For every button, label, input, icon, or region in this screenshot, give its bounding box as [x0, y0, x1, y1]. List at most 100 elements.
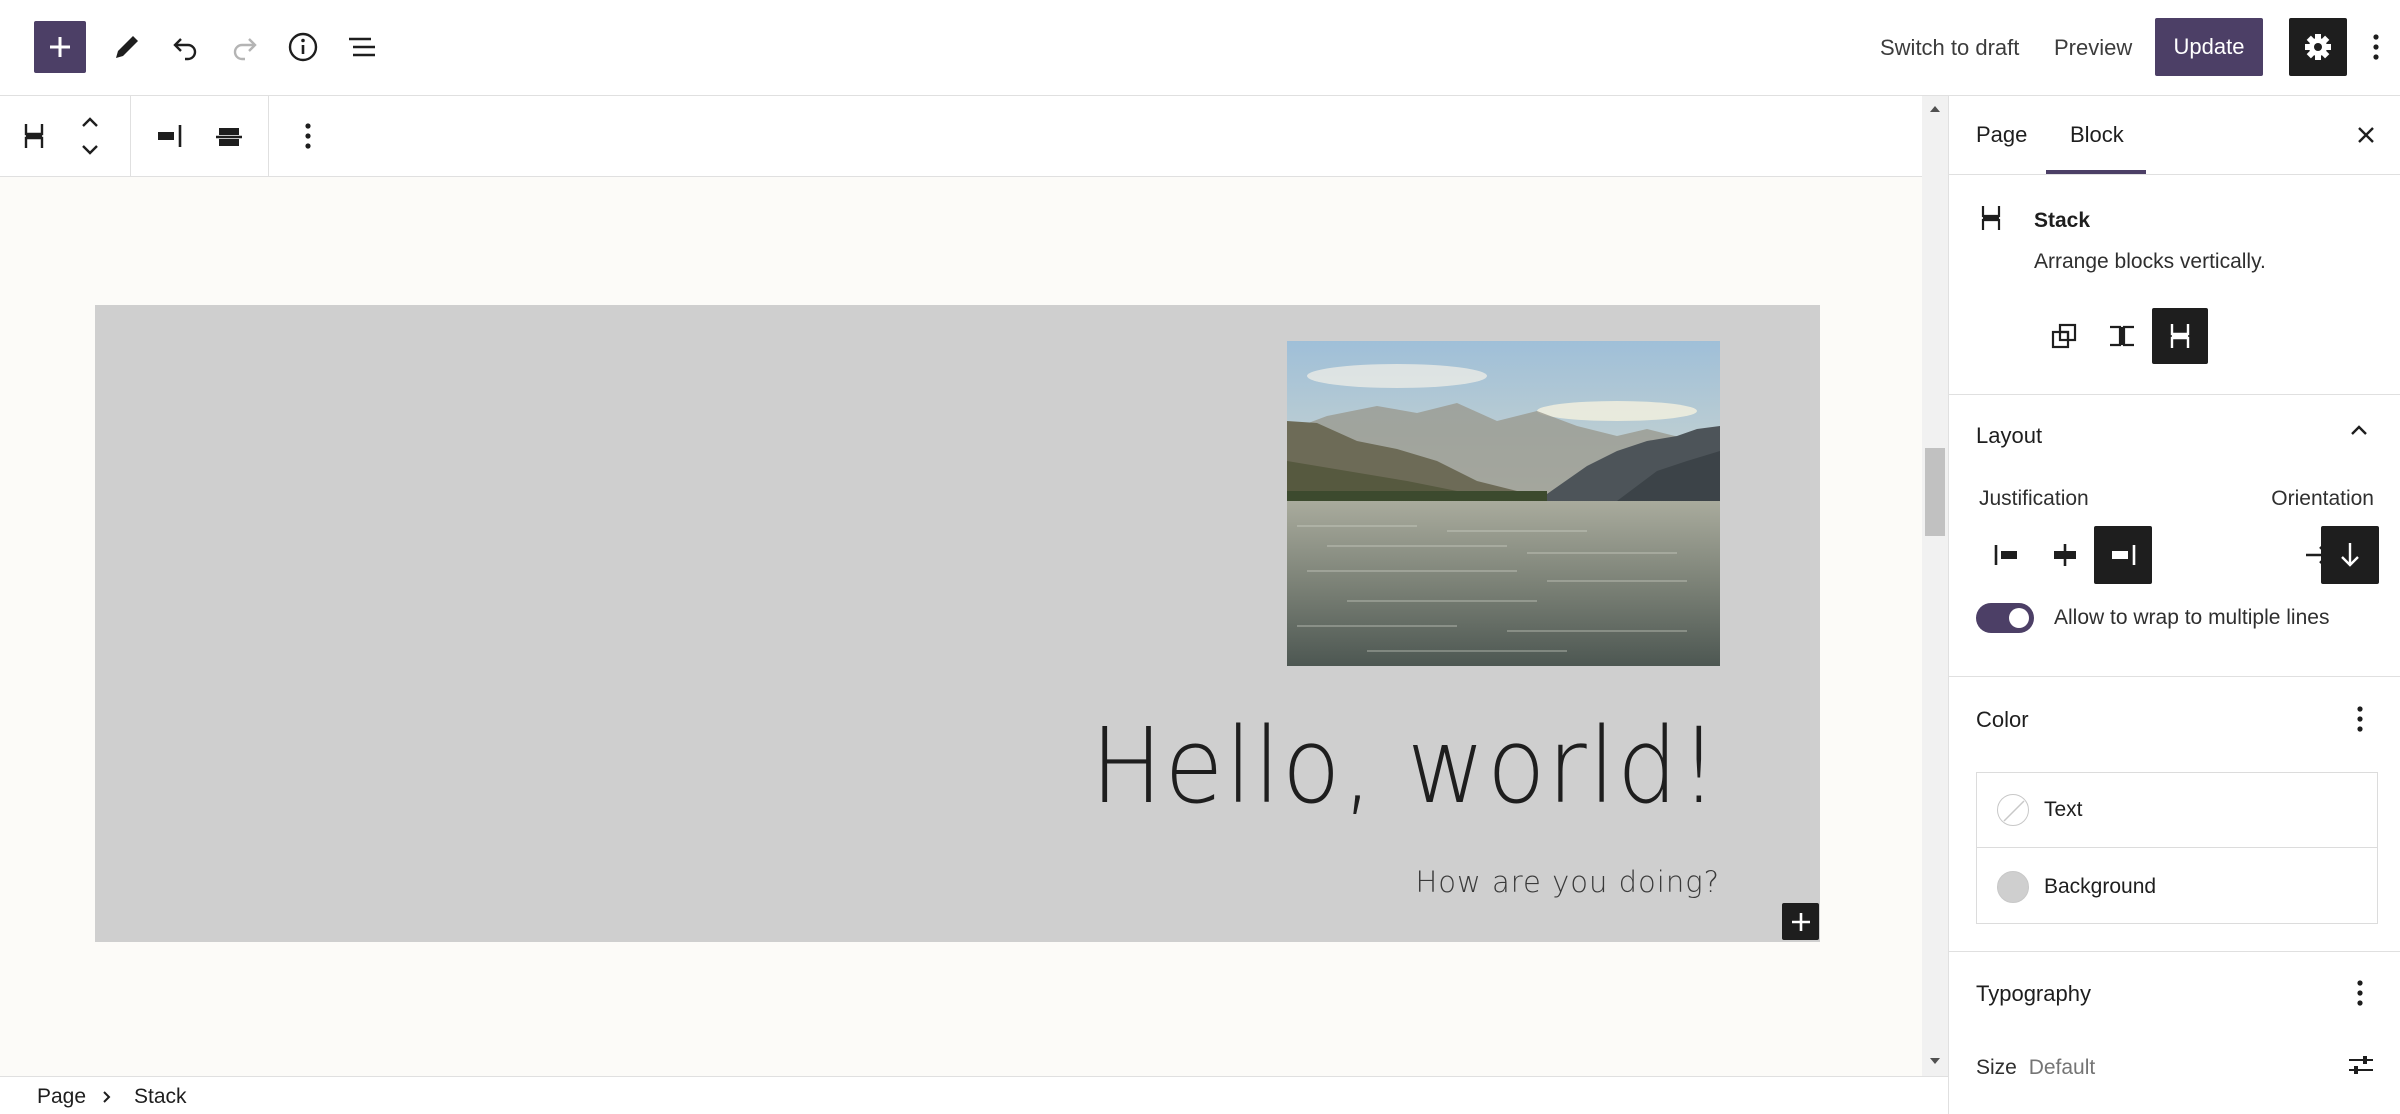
panel-divider — [1949, 676, 2400, 677]
block-description: Arrange blocks vertically. — [2034, 250, 2266, 273]
more-vertical-icon — [2373, 34, 2379, 60]
more-vertical-icon[interactable] — [2356, 704, 2364, 734]
row-icon — [2110, 325, 2134, 347]
block-options-button[interactable] — [282, 110, 334, 162]
text-color-label: Text — [2044, 798, 2083, 821]
color-settings-list: Text Background — [1976, 772, 2378, 924]
preview-button[interactable]: Preview — [2054, 21, 2132, 75]
close-sidebar-button[interactable] — [2347, 116, 2385, 154]
chevron-down-icon — [82, 145, 98, 155]
list-view-button[interactable] — [336, 21, 388, 73]
stack-icon — [2170, 324, 2190, 348]
chevron-up-icon[interactable] — [2349, 423, 2369, 437]
justify-button[interactable] — [144, 110, 196, 162]
custom-size-settings-icon[interactable] — [2346, 1050, 2376, 1080]
justify-right-icon — [2112, 545, 2136, 565]
move-controls — [70, 110, 112, 162]
more-vertical-icon[interactable] — [2356, 978, 2364, 1008]
chevron-right-icon — [103, 1091, 111, 1103]
plus-icon — [50, 37, 70, 57]
block-breadcrumb: Page Stack — [0, 1076, 1948, 1114]
orientation-label: Orientation — [2271, 487, 2374, 510]
panel-divider — [1949, 951, 2400, 952]
block-type-button[interactable] — [8, 110, 60, 162]
arrow-down-icon — [2341, 543, 2359, 567]
background-color-item[interactable]: Background — [1977, 849, 2377, 924]
tabs-divider — [1949, 174, 2400, 175]
font-size-control: Size Default — [1976, 1056, 2095, 1080]
close-icon — [2358, 127, 2374, 143]
add-block-button[interactable] — [34, 21, 86, 73]
hero-subheading[interactable]: How are you doing? — [1416, 865, 1721, 899]
layout-panel-title[interactable]: Layout — [1976, 423, 2042, 449]
info-icon — [288, 32, 318, 62]
justify-right-button[interactable] — [2094, 526, 2152, 584]
scrollbar-thumb[interactable] — [1925, 448, 1945, 536]
block-toolbar — [0, 96, 1922, 177]
block-title: Stack — [2034, 209, 2091, 232]
orientation-vertical-button[interactable] — [2321, 526, 2379, 584]
settings-sidebar: Page Block Stack Arrange blocks vertical… — [1948, 96, 2400, 1114]
chevron-up-icon — [82, 117, 98, 127]
lake-mountains-photo — [1287, 341, 1720, 666]
breadcrumb-stack[interactable]: Stack — [134, 1085, 187, 1109]
toolbar-divider — [130, 96, 131, 176]
plus-icon — [1791, 912, 1810, 931]
stack-icon — [24, 124, 44, 148]
empty-color-swatch — [1997, 794, 2029, 826]
editor-top-bar: Switch to draft Preview Update — [0, 0, 2400, 96]
group-icon — [2051, 323, 2077, 349]
scroll-up-arrow-icon[interactable] — [1929, 104, 1941, 114]
inline-add-block-button[interactable] — [1782, 903, 1819, 940]
tab-page[interactable]: Page — [1976, 96, 2027, 174]
gear-icon — [2305, 34, 2331, 60]
breadcrumb-page[interactable]: Page — [37, 1085, 86, 1109]
panel-divider — [1949, 394, 2400, 395]
wrap-toggle[interactable] — [1976, 603, 2034, 633]
variation-stack-button[interactable] — [2152, 308, 2208, 364]
more-vertical-icon — [305, 123, 311, 149]
scroll-down-arrow-icon[interactable] — [1929, 1056, 1941, 1066]
details-button[interactable] — [277, 21, 329, 73]
move-up-button[interactable] — [78, 112, 102, 132]
typography-panel-title[interactable]: Typography — [1976, 981, 2091, 1007]
justify-left-icon — [1994, 545, 2017, 565]
move-down-button[interactable] — [78, 140, 102, 160]
justify-center-button[interactable] — [2036, 526, 2094, 584]
stack-block[interactable]: Hello, world! How are you doing? — [95, 305, 1820, 942]
text-color-item[interactable]: Text — [1977, 773, 2377, 848]
font-size-label: Size — [1976, 1056, 2017, 1079]
redo-button[interactable] — [218, 21, 270, 73]
update-button[interactable]: Update — [2155, 18, 2263, 76]
justify-center-icon — [2054, 544, 2076, 566]
options-menu-button[interactable] — [2358, 21, 2394, 73]
align-center-icon — [216, 128, 242, 146]
hero-heading[interactable]: Hello, world! — [1091, 705, 1720, 827]
editor-canvas: Hello, world! How are you doing? — [0, 177, 1922, 1076]
variation-row-button[interactable] — [2094, 308, 2150, 364]
pencil-icon — [116, 36, 138, 58]
tools-button[interactable] — [101, 21, 153, 73]
switch-to-draft-button[interactable]: Switch to draft — [1880, 21, 2019, 75]
color-panel-title[interactable]: Color — [1976, 707, 2029, 733]
tab-block[interactable]: Block — [2070, 96, 2124, 174]
undo-button[interactable] — [160, 21, 212, 73]
toolbar-divider — [268, 96, 269, 176]
background-color-label: Background — [2044, 874, 2157, 898]
variation-group-button[interactable] — [2036, 308, 2092, 364]
justify-right-icon — [158, 125, 182, 147]
justify-left-button[interactable] — [1978, 526, 2036, 584]
list-view-icon — [349, 37, 375, 57]
no-color-slash-icon — [2003, 800, 2025, 822]
settings-button[interactable] — [2289, 18, 2347, 76]
justification-label: Justification — [1979, 487, 2089, 510]
redo-icon — [233, 38, 257, 61]
background-color-swatch — [1997, 870, 2029, 903]
stack-icon — [1981, 206, 2001, 230]
wrap-label[interactable]: Allow to wrap to multiple lines — [2054, 606, 2329, 630]
font-size-value: Default — [2028, 1056, 2096, 1079]
undo-icon — [173, 38, 197, 61]
vertical-alignment-button[interactable] — [203, 110, 255, 162]
landscape-image[interactable] — [1287, 341, 1720, 666]
canvas-scrollbar[interactable] — [1922, 96, 1948, 1076]
